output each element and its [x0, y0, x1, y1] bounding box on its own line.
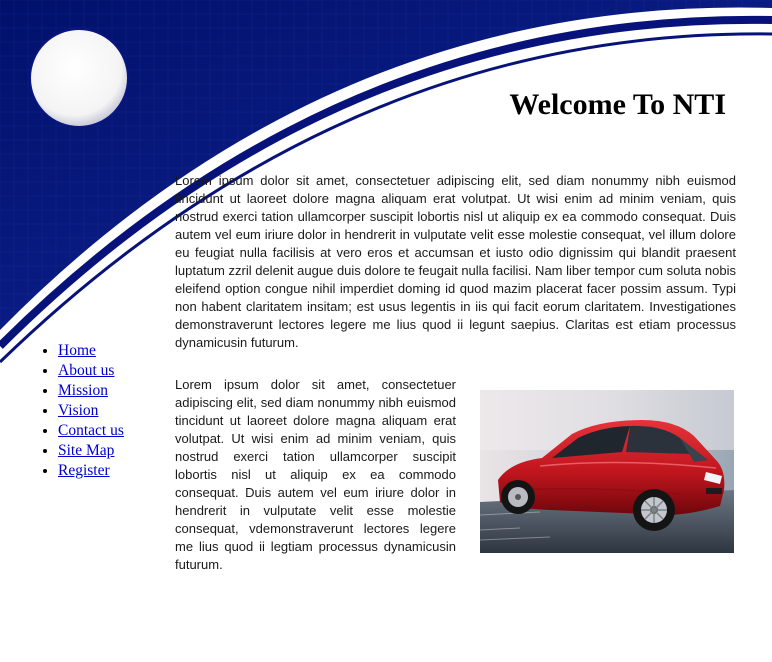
nav-link-sitemap[interactable]: Site Map — [58, 442, 114, 459]
nav-item-about: About us — [58, 361, 124, 381]
nav-link-vision[interactable]: Vision — [58, 402, 98, 419]
nav-link-mission[interactable]: Mission — [58, 382, 108, 399]
nav-link-about[interactable]: About us — [58, 362, 114, 379]
moon-circle — [29, 28, 129, 128]
nav-link-register[interactable]: Register — [58, 462, 110, 479]
nav-item-register: Register — [58, 461, 124, 481]
intro-paragraph: Lorem ipsum dolor sit amet, consectetuer… — [175, 173, 736, 350]
nav-link-home[interactable]: Home — [58, 342, 96, 359]
nav-item-vision: Vision — [58, 401, 124, 421]
nav-link-contact[interactable]: Contact us — [58, 422, 124, 439]
car-image — [480, 390, 734, 553]
nav-menu: Home About us Mission Vision Contact us … — [18, 341, 124, 481]
nav-item-sitemap: Site Map — [58, 441, 124, 461]
secondary-paragraph: Lorem ipsum dolor sit amet, consectetuer… — [175, 377, 456, 572]
nav-item-mission: Mission — [58, 381, 124, 401]
nav-item-home: Home — [58, 341, 124, 361]
page-title: Welcome To NTI — [509, 88, 726, 121]
nav-item-contact: Contact us — [58, 421, 124, 441]
